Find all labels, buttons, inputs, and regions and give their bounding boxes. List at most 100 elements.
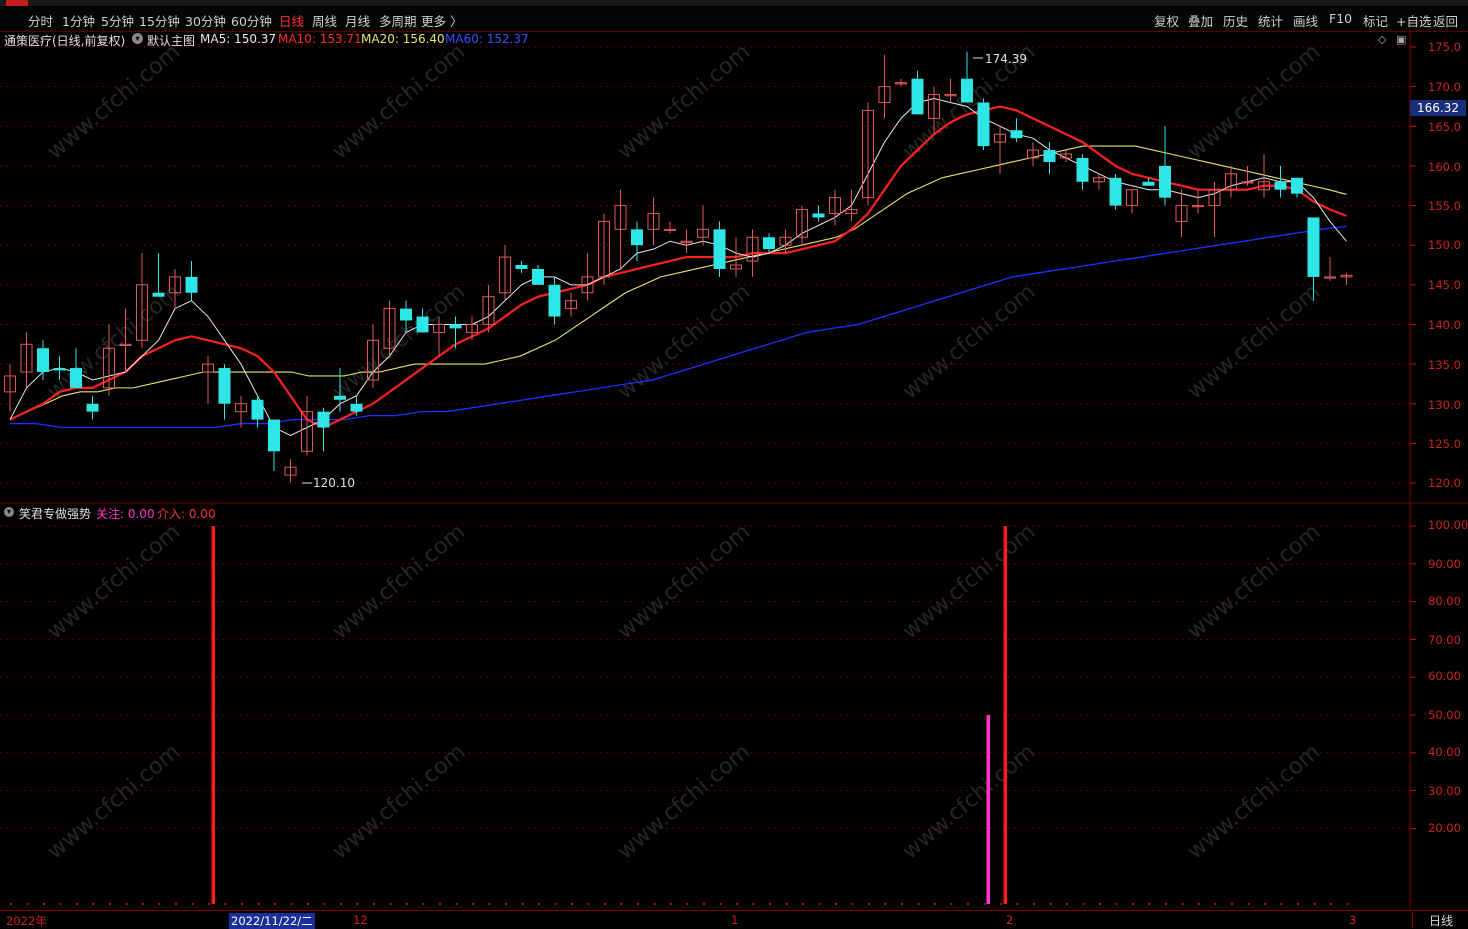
tab-1min[interactable]: 1分钟 (62, 11, 95, 30)
moving-average-lines (9, 98, 1347, 436)
candle-body (268, 419, 280, 452)
zero-dot (307, 903, 309, 905)
candle (631, 221, 643, 262)
candle (1126, 189, 1138, 214)
candle (829, 189, 841, 226)
candle (614, 189, 627, 269)
ma20-value: MA20: 156.40 (361, 32, 445, 46)
add-watchlist-button[interactable]: +自选 (1396, 11, 1431, 30)
ma60-value: MA60: 152.37 (445, 32, 529, 46)
main-chart-label[interactable]: 默认主图 (147, 32, 195, 49)
zero-dot (488, 903, 491, 905)
price-tick: 150.0 (1428, 238, 1461, 252)
candle (1274, 165, 1287, 198)
candle-body (86, 403, 99, 412)
candle (1241, 165, 1254, 186)
zero-dot (1033, 903, 1035, 905)
zero-dot (1115, 903, 1118, 905)
adjust-button[interactable]: 复权 (1154, 11, 1179, 30)
zero-dot (1214, 903, 1217, 905)
zero-dot (175, 903, 177, 905)
candle (1291, 177, 1303, 198)
circle-down-icon[interactable]: ▾ (132, 33, 143, 44)
zero-dot (785, 903, 788, 905)
zero-dot (340, 903, 342, 905)
tab-multi-period[interactable]: 多周期 (379, 11, 417, 30)
candle-body (1043, 150, 1056, 162)
ma60-line (10, 225, 1347, 429)
zero-dot (587, 903, 590, 905)
overlay-button[interactable]: 叠加 (1188, 11, 1213, 30)
date-label: 3 (1349, 913, 1357, 927)
window-icon[interactable]: ▣ (1396, 33, 1406, 46)
zero-dot (241, 903, 243, 905)
indicator-bar (211, 526, 215, 904)
candle (268, 419, 280, 472)
watermark-text: www.cfchi.com (43, 739, 185, 864)
zero-dot (769, 903, 771, 905)
zero-dot (1198, 903, 1200, 905)
zero-dot (406, 903, 408, 905)
zero-dot (356, 903, 359, 905)
tab-5min[interactable]: 5分钟 (101, 11, 134, 30)
candle (37, 340, 49, 380)
ma20-line (9, 145, 1347, 421)
kline-chart[interactable]: www.cfchi.com www.cfchi.com www.cfchi.com w… (0, 30, 1468, 910)
indicator-tick: 70.00 (1428, 633, 1461, 647)
zero-dot (109, 903, 111, 905)
candle-body (548, 284, 561, 317)
f10-button[interactable]: F10 (1329, 11, 1352, 26)
indicator-name[interactable]: 笑君专做强势 (19, 505, 91, 522)
tab-monthly[interactable]: 月线 (345, 11, 370, 30)
candle-body (416, 316, 429, 333)
candle-body (350, 403, 363, 412)
zero-dot (752, 903, 755, 905)
zero-dot (455, 903, 458, 905)
tab-15min[interactable]: 15分钟 (139, 11, 180, 30)
tab-daily[interactable]: 日线 (279, 11, 304, 30)
app-logo (6, 0, 28, 6)
candle (1225, 165, 1237, 198)
zero-dot (571, 903, 573, 905)
tab-weekly[interactable]: 周线 (312, 11, 337, 30)
chart-frame (0, 30, 1468, 910)
zero-dot (1297, 903, 1299, 905)
zero-dot (125, 903, 128, 905)
candle (1076, 154, 1089, 190)
tab-intraday[interactable]: 分时 (28, 11, 53, 30)
indicator-tick: 30.00 (1428, 784, 1461, 798)
watermark-text: www.cfchi.com (898, 739, 1040, 864)
candle (1340, 272, 1353, 285)
diamond-icon[interactable]: ◇ (1378, 33, 1386, 46)
indicator-tick: 60.00 (1428, 669, 1461, 683)
zero-dot (703, 903, 705, 905)
indicator-menu-icon[interactable]: ▾ (4, 507, 14, 517)
candle-body (961, 78, 973, 103)
indicator-tick: 90.00 (1428, 557, 1461, 571)
tab-60min[interactable]: 60分钟 (231, 11, 272, 30)
candle (1027, 142, 1039, 166)
zero-dot (868, 903, 870, 905)
mark-button[interactable]: 标记 (1363, 11, 1388, 30)
zero-dot (835, 903, 837, 905)
tab-30min[interactable]: 30分钟 (185, 11, 226, 30)
back-button[interactable]: 返回 (1433, 11, 1458, 30)
candle-body (334, 395, 346, 400)
price-tick: 140.0 (1428, 318, 1461, 332)
tab-more[interactable]: 更多 〉 (421, 11, 462, 30)
price-tick: 135.0 (1428, 358, 1461, 372)
candle (466, 316, 478, 341)
watermark-text: www.cfchi.com (613, 739, 755, 864)
draw-button[interactable]: 画线 (1293, 11, 1318, 30)
watermark-text: www.cfchi.com (328, 39, 470, 164)
stats-button[interactable]: 统计 (1258, 11, 1283, 30)
zero-dot (505, 903, 507, 905)
zero-dot (653, 903, 656, 905)
history-button[interactable]: 历史 (1223, 11, 1248, 30)
zero-dot (59, 903, 62, 905)
zero-dot (967, 903, 969, 905)
zero-dot (554, 903, 557, 905)
zero-dot (373, 903, 375, 905)
period-switch-button[interactable]: 日线 (1412, 912, 1468, 928)
price-tick: 160.0 (1428, 160, 1461, 174)
